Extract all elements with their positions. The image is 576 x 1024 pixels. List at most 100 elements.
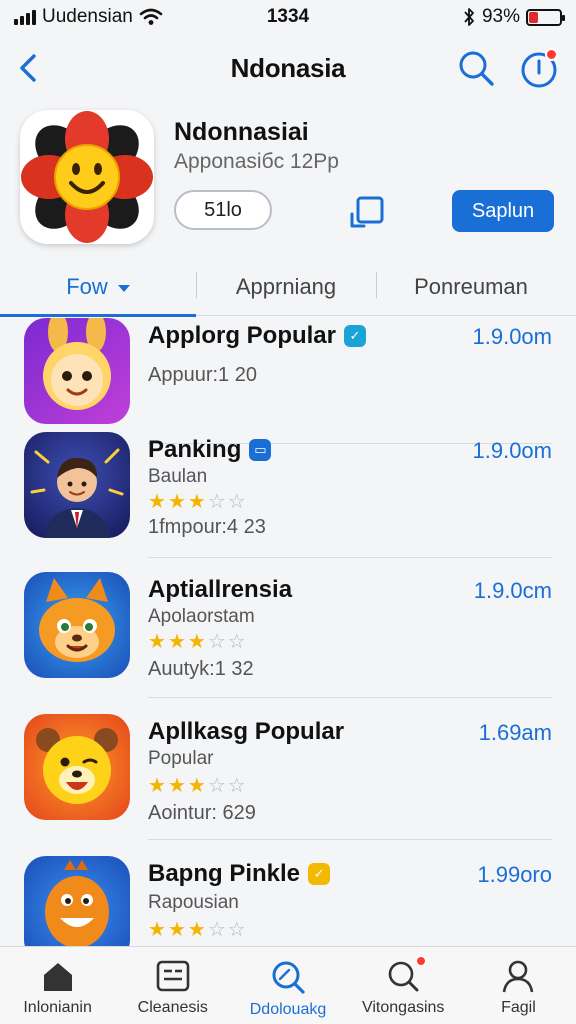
- bluetooth-icon: [464, 8, 474, 26]
- list-item[interactable]: Bapng Pinkle ✓ Rapousian ★ ★ ★ ☆ ☆ 1.99oro: [0, 842, 576, 946]
- bottom-tab-label: Inlonianin: [23, 999, 92, 1016]
- bottom-tab-label: Fagil: [501, 999, 536, 1016]
- row-divider: [148, 839, 552, 840]
- star-rating: ★ ★ ★ ☆ ☆: [148, 492, 246, 512]
- star-filled-icon: ★: [148, 491, 166, 513]
- bottom-tab-bar: Inlonianin Cleanesis Ddolouakg Vitongasi…: [0, 946, 576, 1024]
- list-item[interactable]: Apllkasg Popular Popular ★ ★ ★ ☆ ☆ Aointur: …: [0, 700, 576, 840]
- app-subtitle: Apponasiбc 12Pp: [174, 150, 339, 173]
- star-empty-icon: ☆: [207, 775, 226, 797]
- status-left: Uudensian: [14, 6, 163, 28]
- item-title: Panking ▭: [148, 436, 272, 464]
- share-icon: [350, 196, 384, 228]
- star-empty-icon: ☆: [227, 491, 246, 513]
- app-header: Ndonnasiai Apponasiбc 12Pp 51lo Saplun: [0, 108, 576, 258]
- tab-ponreuman[interactable]: Ponreuman: [376, 258, 566, 316]
- star-filled-icon: ★: [148, 919, 166, 941]
- item-title-text: Bapng Pinkle: [148, 860, 301, 887]
- search-icon: [459, 51, 494, 86]
- item-price[interactable]: 1.9.0om: [473, 438, 553, 464]
- item-meta: Appuur:1 20: [148, 364, 257, 386]
- star-empty-icon: ☆: [207, 491, 226, 513]
- item-category: Popular: [148, 748, 214, 769]
- bottom-tab-categories[interactable]: Cleanesis: [115, 947, 230, 1024]
- notification-badge: [545, 48, 558, 61]
- search-button[interactable]: [456, 48, 496, 88]
- wifi-icon: [139, 8, 163, 25]
- list-item[interactable]: Aptiallrensia Apolaorstam ★ ★ ★ ☆ ☆ Auutyk:1…: [0, 558, 576, 698]
- star-rating: ★ ★ ★ ☆ ☆: [148, 920, 246, 940]
- tab-apprniang[interactable]: Apprniang: [196, 258, 376, 316]
- star-empty-icon: ☆: [227, 775, 246, 797]
- battery-percent: 93%: [481, 6, 520, 27]
- row-divider: [148, 697, 552, 698]
- app-list: Applorg Popular ✓ Appuur:1 20 1.9.0om Pa…: [0, 318, 576, 946]
- star-rating: ★ ★ ★ ☆ ☆: [148, 776, 246, 796]
- item-category: Rapousian: [148, 892, 239, 913]
- item-title-text: Apllkasg Popular: [148, 718, 345, 745]
- signal-icon: [14, 9, 36, 25]
- item-title: Bapng Pinkle ✓: [148, 860, 331, 888]
- star-empty-icon: ☆: [227, 631, 246, 653]
- item-meta: Auutyk:1 32: [148, 658, 254, 680]
- app-name: Ndonnasiai: [174, 118, 309, 146]
- verified-icon: ✓: [344, 325, 366, 347]
- cartoon-dino-icon: [24, 856, 130, 946]
- notification-badge: [414, 955, 427, 967]
- tab-fow[interactable]: Fow: [0, 258, 196, 316]
- home-icon: [43, 963, 72, 991]
- bottom-tab-label: Ddolouakg: [249, 1001, 327, 1018]
- page-title: Ndonasia: [230, 52, 346, 83]
- tab-label: Apprniang: [235, 274, 337, 299]
- star-filled-icon: ★: [167, 919, 186, 941]
- star-filled-icon: ★: [187, 919, 206, 941]
- back-button[interactable]: [14, 50, 46, 86]
- bottom-tab-search[interactable]: Ddolouakg: [230, 947, 345, 1024]
- list-item[interactable]: Panking ▭ Baulan ★ ★ ★ ☆ ☆ 1fmpour:4 23 1.9.…: [0, 418, 576, 558]
- nav-header: Ndonasia: [0, 40, 576, 96]
- bottom-tab-label: Vitongasins: [361, 999, 445, 1016]
- item-category: Baulan: [148, 466, 208, 487]
- bottom-tab-profile[interactable]: Fagil: [461, 947, 576, 1024]
- chevron-down-icon: [117, 285, 130, 292]
- primary-action-button[interactable]: Saplun: [452, 190, 554, 232]
- back-icon: [20, 54, 36, 82]
- item-meta: Aointur: 629: [148, 802, 256, 824]
- item-title: Aptiallrensia: [148, 576, 292, 604]
- star-filled-icon: ★: [187, 631, 206, 653]
- item-title: Applorg Popular ✓: [148, 322, 366, 350]
- item-price[interactable]: 1.99oro: [477, 862, 552, 888]
- categories-icon: [156, 960, 190, 992]
- share-button[interactable]: [346, 188, 392, 234]
- app-icon[interactable]: [20, 110, 154, 244]
- status-right: 93%: [462, 6, 565, 28]
- secondary-pill-button[interactable]: 51lo: [174, 190, 272, 230]
- smiley-flower-icon: [20, 110, 154, 244]
- bottom-tab-home[interactable]: Inlonianin: [0, 947, 115, 1024]
- cartoon-bear-icon: [24, 714, 130, 820]
- tab-label: Ponreuman: [414, 274, 528, 299]
- item-category: Apolaorstam: [148, 606, 255, 627]
- tab-label: Fow: [66, 274, 108, 299]
- bottom-tab-label: Cleanesis: [137, 999, 208, 1016]
- item-price[interactable]: 1.9.0om: [473, 324, 553, 350]
- cartoon-fox-icon: [24, 572, 130, 678]
- star-filled-icon: ★: [148, 631, 166, 653]
- item-price[interactable]: 1.9.0cm: [474, 578, 552, 604]
- star-empty-icon: ☆: [207, 919, 226, 941]
- search-icon: [272, 961, 305, 994]
- profile-icon: [503, 960, 534, 993]
- item-title-text: Aptiallrensia: [148, 576, 293, 603]
- item-price[interactable]: 1.69am: [479, 720, 552, 746]
- battery-icon: [526, 8, 565, 26]
- star-filled-icon: ★: [167, 631, 186, 653]
- info-button[interactable]: [518, 48, 560, 90]
- item-title-text: Panking: [148, 436, 242, 463]
- star-filled-icon: ★: [187, 775, 206, 797]
- battery-level: [529, 11, 538, 23]
- item-title: Apllkasg Popular: [148, 718, 344, 746]
- item-title-text: Applorg Popular: [148, 322, 336, 349]
- star-filled-icon: ★: [167, 775, 186, 797]
- bottom-tab-notifications[interactable]: Vitongasins: [346, 947, 461, 1024]
- active-tab-indicator: [0, 314, 196, 317]
